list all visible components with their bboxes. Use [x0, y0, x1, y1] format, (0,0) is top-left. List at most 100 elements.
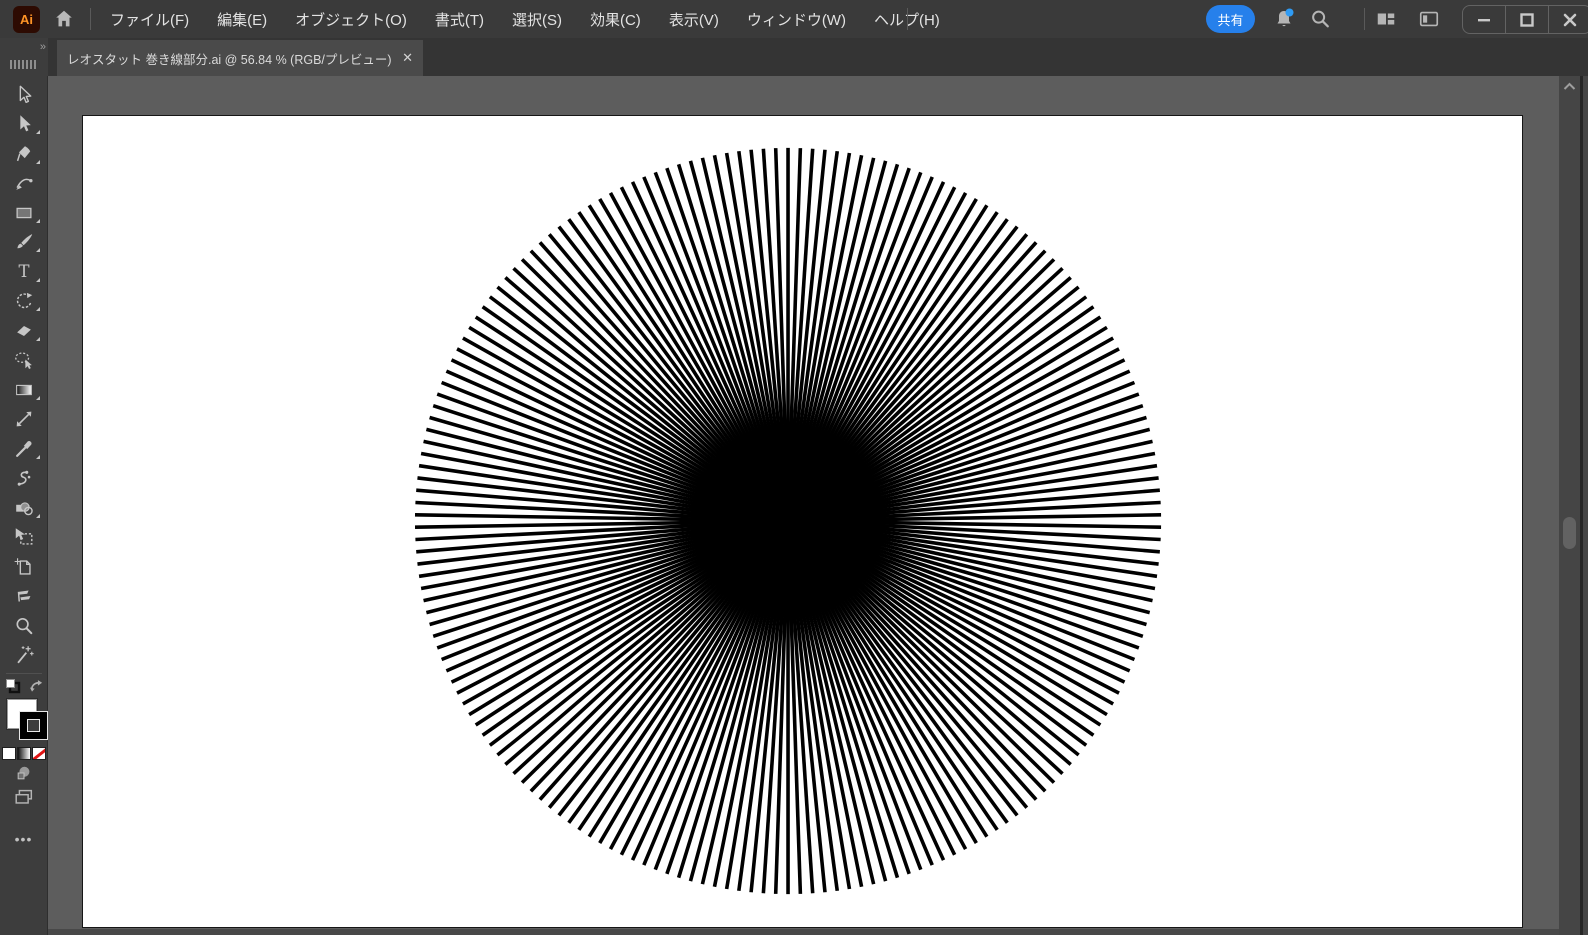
minimize-button[interactable] — [1463, 6, 1505, 33]
draw-mode-button[interactable] — [0, 761, 48, 785]
menu-file[interactable]: ファイル(F) — [96, 0, 203, 38]
type-tool-icon: T — [13, 261, 35, 283]
minimize-icon — [1476, 12, 1492, 28]
selection-tool-icon — [13, 84, 35, 106]
paintbrush-tool[interactable] — [0, 228, 48, 258]
menubar-separator — [1364, 8, 1365, 30]
menu-edit[interactable]: 編集(E) — [203, 0, 281, 38]
change-screen-mode-button[interactable] — [0, 785, 48, 809]
workspace-switcher-button[interactable] — [1374, 7, 1398, 31]
rotate-tool-icon — [13, 290, 35, 312]
shaper-tool-icon — [13, 349, 35, 371]
artboard-tool[interactable] — [0, 552, 48, 582]
gradient-tool-icon — [13, 379, 35, 401]
tools-panel: T — [0, 76, 48, 935]
menu-select[interactable]: 選択(S) — [498, 0, 576, 38]
share-button[interactable]: 共有 — [1206, 5, 1255, 33]
join-tool-icon — [13, 585, 35, 607]
stroke-swatch[interactable] — [20, 712, 47, 739]
tab-close-button[interactable]: ✕ — [402, 50, 413, 66]
fill-stroke-indicator — [1, 697, 47, 743]
puppet-warp-tool-icon — [13, 467, 35, 489]
menu-window[interactable]: ウィンドウ(W) — [733, 0, 860, 38]
curvature-tool-icon — [13, 172, 35, 194]
scale-tool[interactable] — [0, 405, 48, 435]
notifications-button[interactable] — [1272, 7, 1296, 31]
curvature-tool[interactable] — [0, 169, 48, 199]
home-icon — [53, 8, 75, 30]
svg-text:T: T — [18, 262, 29, 281]
notifications-bell-icon — [1272, 7, 1296, 31]
menubar-separator — [90, 8, 91, 30]
scroll-up-chevron-icon[interactable] — [1563, 82, 1576, 91]
eyedropper-tool[interactable] — [0, 434, 48, 464]
menu-effect[interactable]: 効果(C) — [576, 0, 655, 38]
menu-bar: Ai ファイル(F) 編集(E) オブジェクト(O) 書式(T) 選択(S) 効… — [0, 0, 1588, 38]
close-icon — [1562, 12, 1578, 28]
default-fill-stroke-button[interactable] — [5, 678, 22, 695]
color-type-buttons — [2, 747, 46, 761]
window-controls — [1462, 5, 1588, 34]
puppet-warp-tool[interactable] — [0, 464, 48, 494]
rectangle-tool-icon — [13, 202, 35, 224]
toolbar-divider — [6, 673, 42, 674]
arrange-documents-button[interactable] — [1417, 7, 1441, 31]
scale-tool-icon — [13, 408, 35, 430]
document-tab-bar: » レオスタット 巻き線部分.ai @ 56.84 % (RGB/プレビュー) … — [0, 38, 1588, 76]
eraser-tool[interactable] — [0, 316, 48, 346]
workspace-switcher-icon — [1375, 8, 1397, 30]
canvas-area[interactable] — [48, 76, 1559, 935]
document-tab-title: レオスタット 巻き線部分.ai @ 56.84 % (RGB/プレビュー) — [67, 49, 394, 68]
document-tab[interactable]: レオスタット 巻き線部分.ai @ 56.84 % (RGB/プレビュー) ✕ — [57, 40, 423, 76]
direct-selection-tool-icon — [13, 113, 35, 135]
selection-tool[interactable] — [0, 80, 48, 110]
color-button[interactable] — [2, 747, 16, 760]
artboard[interactable] — [82, 115, 1523, 928]
menu-view[interactable]: 表示(V) — [655, 0, 733, 38]
pen-tool[interactable] — [0, 139, 48, 169]
search-icon — [1309, 8, 1331, 30]
maximize-button[interactable] — [1505, 6, 1548, 33]
edit-toolbar-button[interactable]: ••• — [15, 831, 33, 847]
toolbar-grip-handle[interactable] — [10, 60, 38, 69]
direct-selection-tool[interactable] — [0, 110, 48, 140]
shape-builder-tool[interactable] — [0, 493, 48, 523]
rectangle-tool[interactable] — [0, 198, 48, 228]
vertical-scrollbar-thumb[interactable] — [1563, 517, 1576, 549]
type-tool[interactable]: T — [0, 257, 48, 287]
search-button[interactable] — [1308, 7, 1332, 31]
eraser-tool-icon — [13, 320, 35, 342]
shape-builder-tool-icon — [13, 497, 35, 519]
toolbar-collapse-button[interactable]: » — [40, 41, 44, 53]
menu-object[interactable]: オブジェクト(O) — [281, 0, 421, 38]
home-button[interactable] — [52, 7, 76, 31]
join-tool[interactable] — [0, 582, 48, 612]
magic-wand-tool[interactable] — [0, 641, 48, 671]
close-button[interactable] — [1548, 6, 1588, 33]
zoom-tool[interactable] — [0, 611, 48, 641]
draw-mode-icon — [14, 763, 34, 783]
horizontal-scrollbar-track[interactable] — [48, 929, 1559, 935]
free-transform-tool[interactable] — [0, 523, 48, 553]
notification-dot — [1286, 9, 1294, 17]
magic-wand-tool-icon — [13, 644, 35, 666]
eyedropper-tool-icon — [13, 438, 35, 460]
radial-burst-artwork — [83, 116, 1522, 927]
toolbar-header: » — [0, 38, 48, 76]
artboard-tool-icon — [13, 556, 35, 578]
menu-type[interactable]: 書式(T) — [421, 0, 498, 38]
gradient-button[interactable] — [17, 747, 31, 760]
menubar-separator — [907, 8, 908, 30]
app-logo-text: Ai — [20, 12, 33, 27]
none-button[interactable] — [32, 747, 46, 760]
pen-tool-icon — [13, 143, 35, 165]
swap-fill-stroke-button[interactable] — [29, 679, 44, 694]
rotate-tool[interactable] — [0, 287, 48, 317]
zoom-tool-icon — [13, 615, 35, 637]
paintbrush-tool-icon — [13, 231, 35, 253]
shaper-tool[interactable] — [0, 346, 48, 376]
vertical-scrollbar[interactable] — [1559, 76, 1580, 935]
app-logo[interactable]: Ai — [13, 6, 40, 33]
main-menu: ファイル(F) 編集(E) オブジェクト(O) 書式(T) 選択(S) 効果(C… — [96, 0, 954, 38]
gradient-tool[interactable] — [0, 375, 48, 405]
